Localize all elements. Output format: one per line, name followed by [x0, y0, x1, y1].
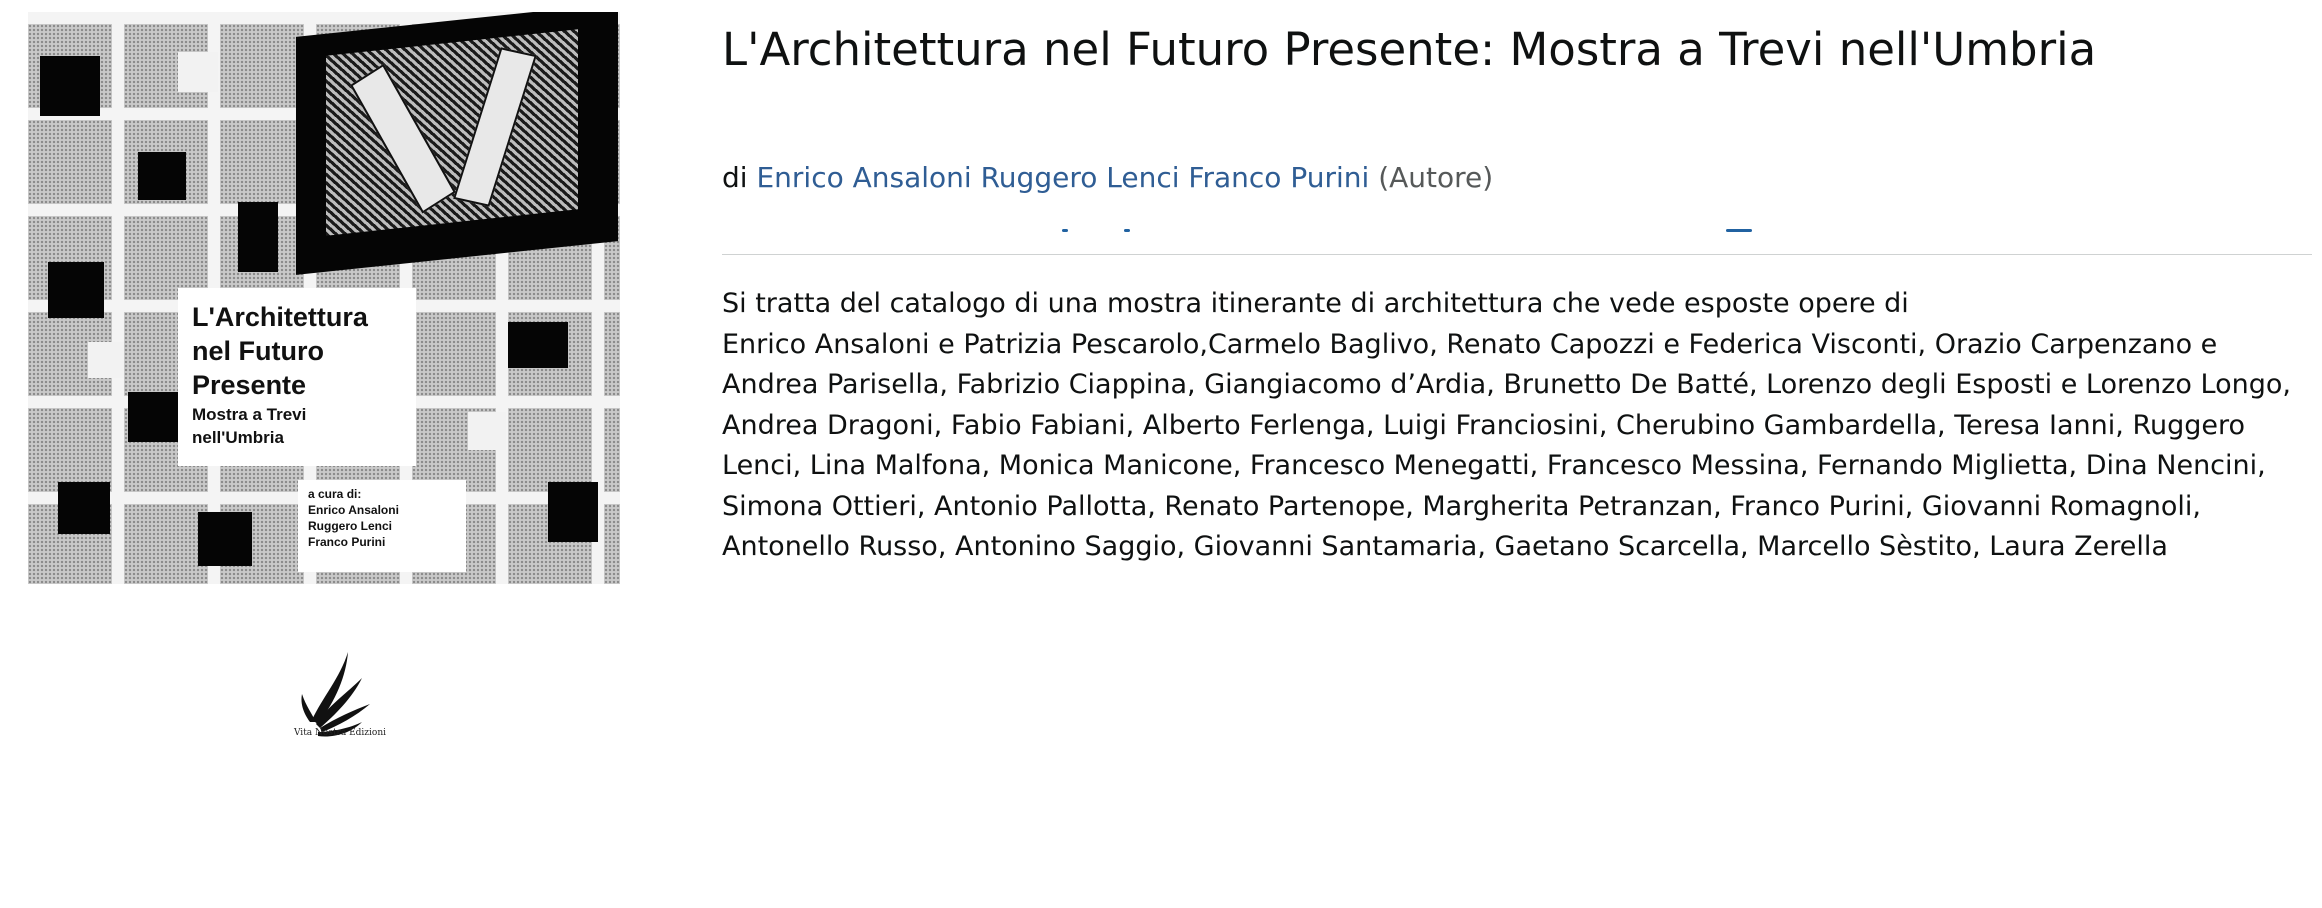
- clipped-link-fragment: [1062, 226, 1076, 232]
- clipped-link-fragment: [1726, 226, 1756, 232]
- cover-curators-label: a cura di: Enrico Ansaloni Ruggero Lenci…: [298, 480, 466, 572]
- byline: di Enrico Ansaloni Ruggero Lenci Franco …: [722, 160, 1493, 196]
- cover-pattern-block: [548, 482, 598, 542]
- cover-curator: Enrico Ansaloni: [308, 503, 399, 517]
- cover-curator: Ruggero Lenci: [308, 519, 393, 533]
- cover-title-line: nel Futuro: [192, 336, 324, 366]
- cover-title-label: L'Architettura nel Futuro Presente Mostr…: [178, 288, 416, 466]
- cover-pattern-block: [48, 262, 104, 318]
- cover-frame-graphic: [296, 12, 618, 275]
- description-body: Enrico Ansaloni e Patrizia Pescarolo,Car…: [722, 328, 2291, 563]
- cover-pattern-block: [198, 512, 252, 566]
- cover-pattern-block: [138, 152, 186, 200]
- product-title: L'Architettura nel Futuro Presente: Most…: [722, 23, 2097, 76]
- cover-pattern-block: [178, 52, 218, 92]
- section-divider: [722, 254, 2312, 255]
- cover-pattern-block: [40, 56, 100, 116]
- cover-title-line: Presente: [192, 370, 307, 400]
- cover-pattern-block: [58, 482, 110, 534]
- cover-title-line: L'Architettura: [192, 302, 368, 332]
- cover-pattern-block: [508, 322, 568, 368]
- cover-subtitle-line: nell'Umbria: [192, 428, 284, 447]
- byline-prefix: di: [722, 161, 748, 194]
- author-link[interactable]: Enrico Ansaloni Ruggero Lenci Franco Pur…: [756, 161, 1369, 194]
- author-role: (Autore): [1378, 161, 1494, 194]
- description-line: Si tratta del catalogo di una mostra iti…: [722, 288, 1909, 319]
- cover-pattern-block: [238, 202, 278, 272]
- clipped-link-fragment: [1124, 226, 1134, 232]
- cover-pattern-block: [468, 412, 506, 450]
- publisher-logo-caption: Vita Nostra Edizioni: [293, 728, 387, 738]
- product-description: Si tratta del catalogo di una mostra iti…: [722, 284, 2312, 568]
- cover-subtitle-line: Mostra a Trevi: [192, 405, 307, 424]
- cover-pattern-block: [88, 342, 124, 378]
- cover-curators-heading: a cura di:: [308, 487, 362, 501]
- book-cover-image[interactable]: L'Architettura nel Futuro Presente Mostr…: [28, 12, 620, 584]
- cover-frame-inner: [326, 29, 578, 236]
- cover-curator: Franco Purini: [308, 535, 386, 549]
